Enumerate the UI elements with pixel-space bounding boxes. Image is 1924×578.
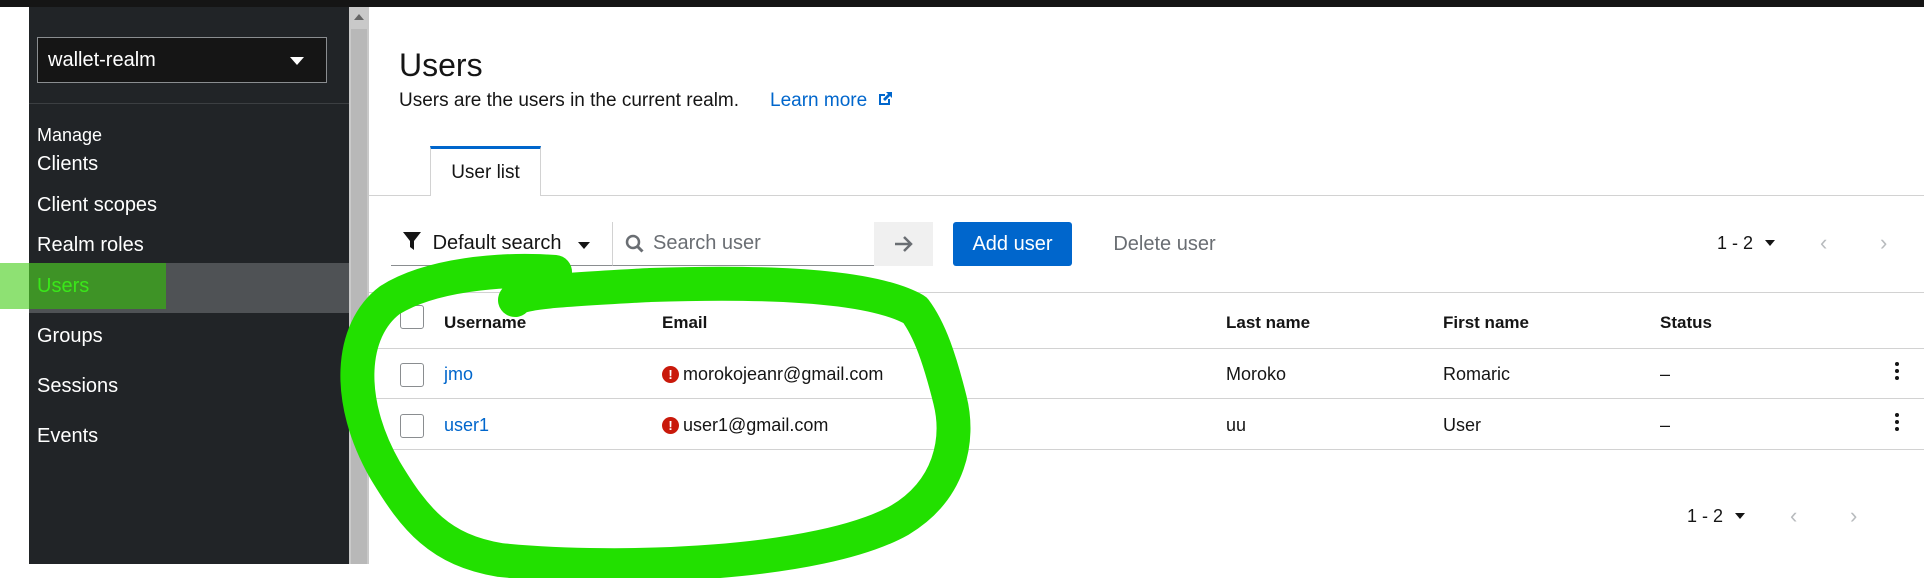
realm-selector[interactable]: wallet-realm — [37, 37, 327, 83]
sidebar-item-label: Realm roles — [37, 234, 144, 256]
column-header-email[interactable]: Email — [662, 313, 707, 333]
row-checkbox[interactable] — [400, 414, 424, 438]
next-page-icon[interactable]: › — [1850, 503, 1857, 529]
status-cell: – — [1660, 415, 1671, 435]
caret-down-icon — [290, 57, 304, 65]
exclamation-circle-icon: ! — [662, 417, 679, 434]
email-cell: ! morokojeanr@gmail.com — [662, 364, 883, 385]
row-divider — [369, 398, 1924, 399]
row-checkbox[interactable] — [400, 363, 424, 387]
sidebar-item-label: Events — [37, 425, 99, 447]
bottom-strip — [29, 564, 369, 578]
email-value: user1@gmail.com — [683, 415, 829, 435]
page-description: Users are the users in the current realm… — [399, 90, 740, 111]
search-type-label: Default search — [432, 232, 562, 254]
sidebar-item-groups[interactable]: Groups — [29, 313, 349, 363]
tab-user-list[interactable]: User list — [430, 146, 541, 196]
learn-more-label: Learn more — [770, 90, 868, 111]
select-all-checkbox[interactable] — [400, 305, 424, 329]
search-input[interactable] — [653, 232, 853, 255]
search-icon — [625, 234, 644, 253]
sidebar-item-label: Users — [37, 275, 90, 297]
sidebar-item-label: Sessions — [37, 375, 119, 397]
next-page-icon[interactable]: › — [1880, 230, 1887, 256]
username-link[interactable]: user1 — [444, 415, 489, 436]
delete-user-button[interactable]: Delete user — [1097, 222, 1232, 266]
sidebar-item-sessions[interactable]: Sessions — [29, 363, 349, 413]
sidebar: wallet-realm Manage Clients Client scope… — [0, 7, 349, 564]
search-submit-button[interactable] — [874, 222, 933, 266]
sidebar-item-label: Client scopes — [37, 194, 158, 216]
previous-page-icon[interactable]: ‹ — [1820, 230, 1827, 256]
sidebar-item-events[interactable]: Events — [29, 413, 349, 463]
search-type-dropdown[interactable]: Default search — [391, 222, 612, 266]
caret-down-icon — [1735, 513, 1746, 519]
first-name-cell: User — [1443, 415, 1482, 435]
email-cell: ! user1@gmail.com — [662, 415, 828, 436]
learn-more-link[interactable]: Learn more — [770, 90, 894, 112]
arrow-right-icon — [895, 236, 913, 252]
exclamation-circle-icon: ! — [662, 366, 679, 383]
filter-icon — [403, 232, 421, 250]
previous-page-icon[interactable]: ‹ — [1790, 503, 1797, 529]
column-header-first-name[interactable]: First name — [1443, 313, 1529, 333]
sidebar-item-label: Clients — [37, 153, 99, 175]
add-user-button[interactable]: Add user — [953, 222, 1072, 266]
row-divider — [369, 449, 1924, 450]
table-top-border — [369, 292, 1924, 293]
sidebar-item-users[interactable]: Users — [0, 263, 349, 313]
scroll-up-icon[interactable] — [354, 14, 364, 20]
pagination-range: 1 - 2 — [1687, 506, 1724, 526]
search-user-field[interactable] — [612, 222, 874, 266]
last-name-cell: uu — [1226, 415, 1247, 435]
scrollbar-track[interactable] — [351, 29, 367, 564]
tabs-divider — [369, 195, 1924, 196]
external-link-icon — [879, 92, 893, 105]
first-name-cell: Romaric — [1443, 364, 1511, 384]
status-cell: – — [1660, 364, 1671, 384]
row-actions-kebab-icon[interactable] — [1894, 413, 1900, 434]
app-root: wallet-realm Manage Clients Client scope… — [0, 0, 1924, 578]
pagination-range: 1 - 2 — [1717, 233, 1754, 253]
email-value: morokojeanr@gmail.com — [683, 364, 884, 384]
last-name-cell: Moroko — [1226, 364, 1287, 384]
column-header-last-name[interactable]: Last name — [1226, 313, 1310, 333]
sidebar-item-label: Groups — [37, 325, 103, 347]
top-bar — [0, 0, 1924, 7]
column-header-status[interactable]: Status — [1660, 313, 1712, 333]
page-title: Users — [399, 47, 483, 83]
pagination-toggle-top[interactable]: 1 - 2 — [1717, 233, 1776, 263]
pagination-toggle-bottom[interactable]: 1 - 2 — [1687, 506, 1746, 536]
username-link[interactable]: jmo — [444, 364, 473, 385]
row-divider — [369, 348, 1924, 349]
tab-label: User list — [451, 162, 520, 183]
sidebar-divider — [29, 103, 349, 104]
sidebar-scrollbar[interactable] — [349, 7, 369, 564]
row-actions-kebab-icon[interactable] — [1894, 362, 1900, 383]
caret-down-icon — [1765, 240, 1776, 246]
caret-down-icon — [578, 242, 590, 249]
column-header-username[interactable]: Username — [444, 313, 526, 333]
realm-name: wallet-realm — [48, 49, 156, 71]
